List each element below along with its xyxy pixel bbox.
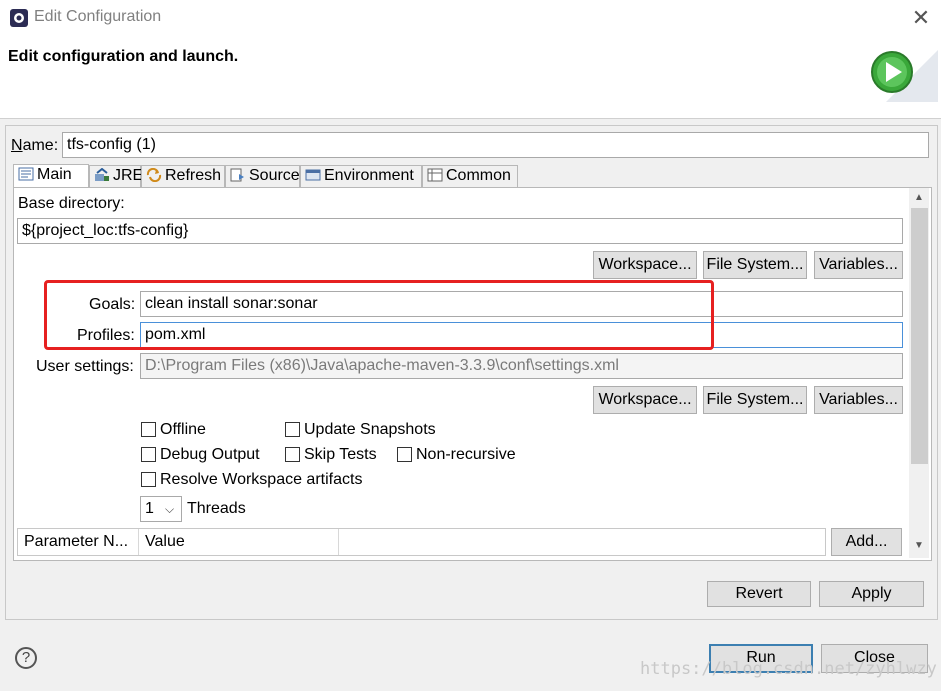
table-header-value[interactable]: Value (139, 529, 339, 555)
tab-jre[interactable]: JRE (89, 165, 144, 187)
close-window-icon[interactable]: ✕ (907, 4, 935, 32)
tab-refresh[interactable]: Refresh (141, 165, 225, 187)
watermark-text: https://blog.csdn.net/zyhlwzy (640, 659, 937, 679)
resolve-workspace-checkbox[interactable] (141, 472, 156, 487)
non-recursive-checkbox[interactable] (397, 447, 412, 462)
variables-button-2[interactable]: Variables... (814, 386, 903, 414)
scroll-up-icon[interactable]: ▲ (911, 192, 927, 206)
base-directory-label: Base directory: (18, 195, 125, 212)
skip-tests-checkbox[interactable] (285, 447, 300, 462)
tab-common[interactable]: Common (422, 165, 518, 187)
help-icon[interactable]: ? (15, 647, 37, 669)
offline-label: Offline (160, 421, 206, 438)
apply-button-label: Apply (851, 585, 892, 602)
tab-source-label: Source (249, 167, 300, 184)
resolve-workspace-label: Resolve Workspace artifacts (160, 471, 363, 488)
scrollbar-thumb[interactable] (911, 208, 928, 464)
jre-icon (94, 167, 110, 182)
revert-button-label: Revert (735, 585, 783, 602)
table-header-parameter[interactable]: Parameter N... (18, 529, 139, 555)
window-title: Edit Configuration (34, 8, 162, 25)
threads-value: 1 (145, 500, 154, 517)
name-label-text: ame: (22, 137, 59, 154)
run-launch-icon (866, 44, 938, 102)
refresh-icon (146, 167, 162, 183)
update-snapshots-label: Update Snapshots (304, 421, 436, 438)
add-parameter-label: Add... (845, 533, 888, 550)
non-recursive-label: Non-recursive (416, 446, 516, 463)
variables-button-1[interactable]: Variables... (814, 251, 903, 279)
file-system-button-2[interactable]: File System... (703, 386, 807, 414)
tab-main-label: Main (37, 166, 72, 183)
add-parameter-button[interactable]: Add... (831, 528, 902, 556)
user-settings-label: User settings: (36, 358, 134, 375)
tab-main[interactable]: Main (13, 164, 89, 187)
debug-output-checkbox[interactable] (141, 447, 156, 462)
variables-button-2-label: Variables... (819, 391, 898, 408)
source-icon (230, 168, 246, 182)
file-system-button-1-label: File System... (706, 256, 804, 273)
tab-refresh-label: Refresh (165, 167, 222, 184)
tab-source[interactable]: Source (225, 165, 300, 187)
threads-label: Threads (187, 500, 246, 517)
main-tab-icon (18, 167, 34, 181)
file-system-button-2-label: File System... (706, 391, 804, 408)
tab-jre-label: JRE (113, 167, 144, 184)
workspace-button-2[interactable]: Workspace... (593, 386, 697, 414)
name-input[interactable]: tfs-config (1) (62, 132, 929, 158)
chevron-down-icon: ⌵ (165, 502, 175, 516)
tab-common-label: Common (446, 167, 511, 184)
apply-button[interactable]: Apply (819, 581, 924, 607)
update-snapshots-checkbox[interactable] (285, 422, 300, 437)
header-title: Edit configuration and launch. (8, 48, 239, 65)
environment-icon (305, 168, 321, 182)
name-label: Name: (11, 137, 59, 154)
common-icon (427, 168, 443, 182)
skip-tests-label: Skip Tests (304, 446, 377, 463)
revert-button[interactable]: Revert (707, 581, 811, 607)
workspace-button-2-label: Workspace... (598, 391, 692, 408)
tab-environment-label: Environment (324, 167, 414, 184)
variables-button-1-label: Variables... (819, 256, 898, 273)
debug-output-label: Debug Output (160, 446, 260, 463)
offline-checkbox[interactable] (141, 422, 156, 437)
user-settings-input[interactable]: D:\Program Files (x86)\Java\apache-maven… (140, 353, 903, 379)
eclipse-app-icon (9, 8, 29, 28)
file-system-button-1[interactable]: File System... (703, 251, 807, 279)
scroll-down-icon[interactable]: ▼ (911, 540, 927, 554)
highlight-annotation-box (44, 280, 714, 350)
base-directory-input[interactable]: ${project_loc:tfs-config} (17, 218, 903, 244)
tab-environment[interactable]: Environment (300, 165, 422, 187)
workspace-button-1[interactable]: Workspace... (593, 251, 697, 279)
parameters-table[interactable]: Parameter N... Value (17, 528, 826, 556)
workspace-button-1-label: Workspace... (598, 256, 692, 273)
threads-select[interactable]: 1 ⌵ (140, 496, 182, 522)
